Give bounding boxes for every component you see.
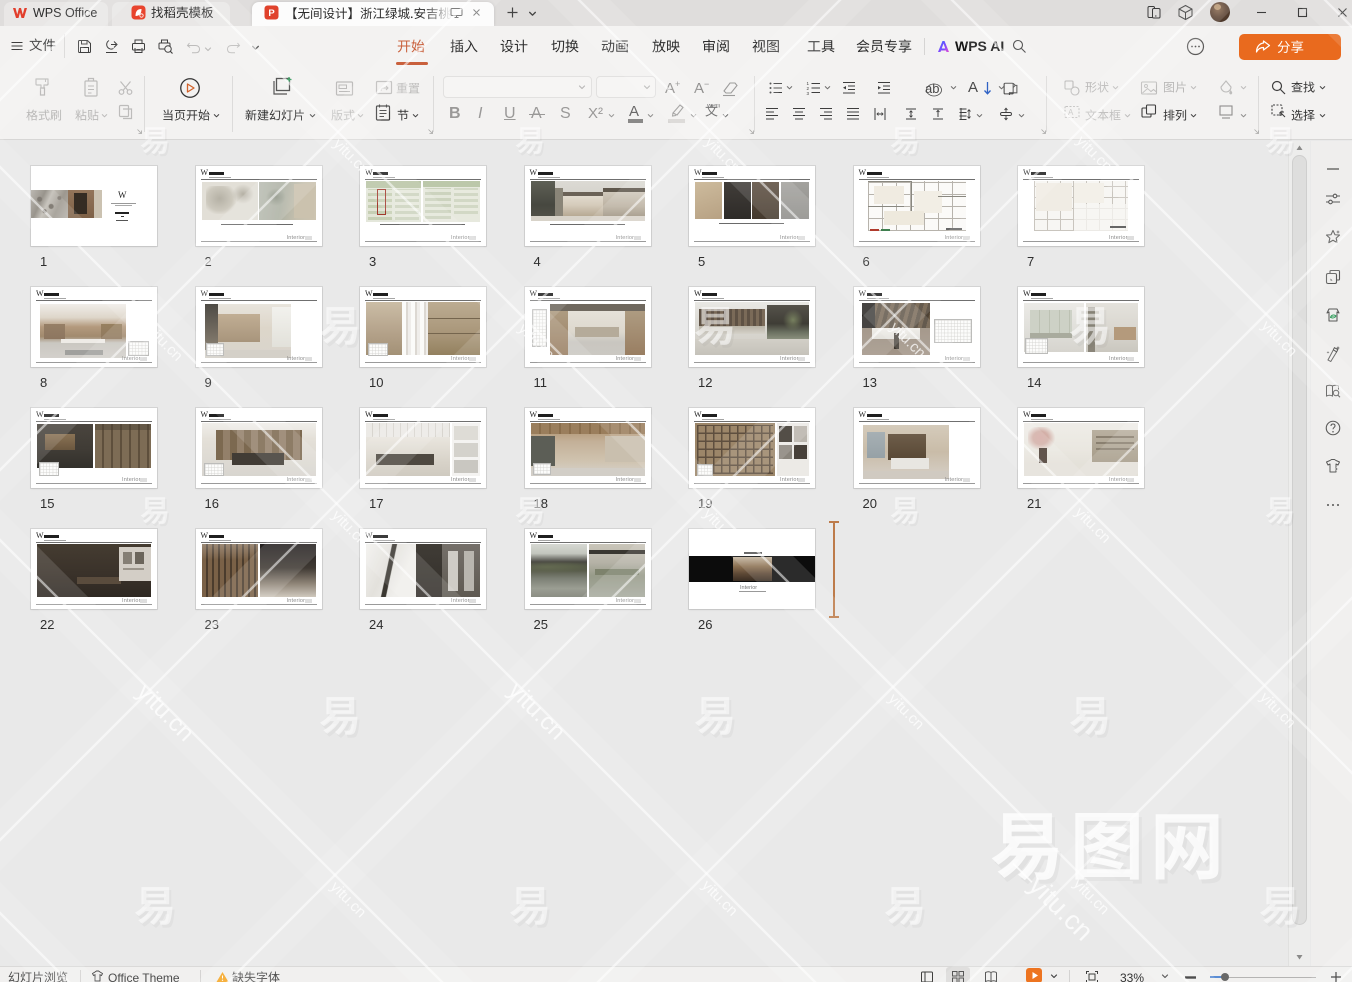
svg-text:1: 1 xyxy=(807,81,810,86)
svg-text:wén: wén xyxy=(706,104,720,109)
svg-text:2: 2 xyxy=(807,86,810,91)
svg-text:A: A xyxy=(1068,108,1074,117)
svg-text:3: 3 xyxy=(807,91,810,96)
svg-text:P: P xyxy=(268,8,275,19)
